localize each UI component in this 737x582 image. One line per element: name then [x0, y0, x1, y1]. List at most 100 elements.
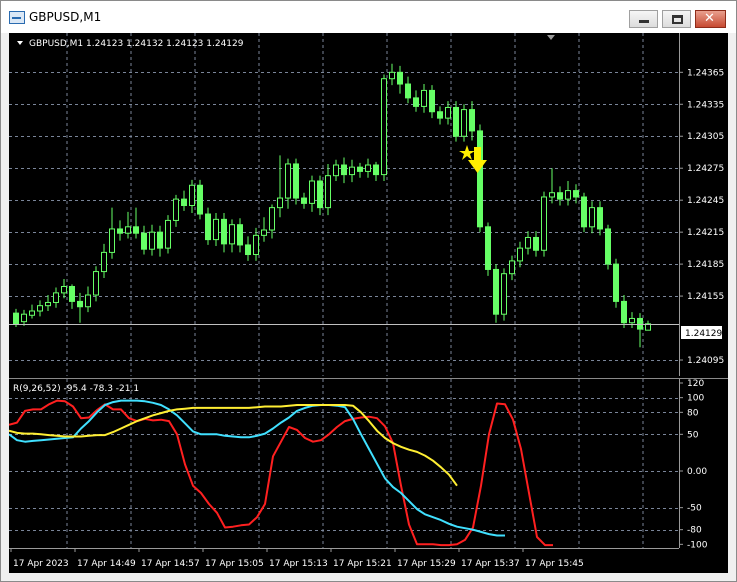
- candle-bear: [493, 268, 499, 315]
- candle-bull: [45, 301, 51, 307]
- price-tick-label: 1.24185: [687, 260, 724, 270]
- candle-bull: [365, 164, 371, 172]
- candle-bull: [277, 197, 283, 209]
- candle-bull: [125, 226, 131, 234]
- candle-bear: [141, 232, 147, 250]
- indicator-tick-label: 50: [687, 430, 699, 440]
- indicator-tick-label: -80: [687, 526, 702, 536]
- chart-area[interactable]: 1.24365 1.24335 1.24305 1.24275 1.24245 1.242…: [8, 33, 728, 573]
- time-tick-label: 17 Apr 15:05: [205, 559, 264, 569]
- price-tick-label: 1.24275: [687, 164, 724, 174]
- indicator-tick-label: 0.00: [687, 467, 707, 477]
- candle-bull: [61, 285, 67, 294]
- candle-bull: [93, 271, 99, 296]
- price-tick-label: 1.24095: [687, 356, 724, 366]
- candle-bear: [301, 197, 307, 204]
- candle-bull: [549, 192, 555, 198]
- maximize-button[interactable]: [662, 10, 691, 28]
- candle-bull: [85, 294, 91, 308]
- candle-bull: [309, 180, 315, 204]
- candle-bull: [349, 166, 355, 176]
- candle-bull: [21, 313, 27, 323]
- candle-bear: [357, 166, 363, 172]
- candle-bull: [333, 164, 339, 177]
- time-tick-label: 17 Apr 15:29: [397, 559, 456, 569]
- candle-bear: [573, 190, 579, 198]
- price-tick-label: 1.24245: [687, 196, 724, 206]
- price-tick-label: 1.24215: [687, 228, 724, 238]
- candle-bear: [405, 83, 411, 99]
- candle-bull: [269, 207, 275, 231]
- indicator-tick-label: 100: [687, 394, 704, 404]
- time-tick-label: 17 Apr 14:57: [141, 559, 200, 569]
- candle-bear: [221, 218, 227, 245]
- time-tick-label: 17 Apr 2023: [13, 559, 69, 569]
- candle-bull: [261, 229, 267, 236]
- candle-bear: [117, 228, 123, 234]
- candle-bear: [205, 213, 211, 241]
- candle-bull: [165, 219, 171, 249]
- candle-bear: [605, 228, 611, 265]
- candle-bull: [389, 71, 395, 80]
- candle-bear: [397, 71, 403, 85]
- window-title: GBPUSD,M1: [29, 10, 102, 24]
- time-tick-label: 17 Apr 15:37: [461, 559, 520, 569]
- candle-bull: [101, 251, 107, 273]
- candle-bear: [413, 97, 419, 107]
- candle-bear: [13, 312, 19, 325]
- candle-bear: [197, 184, 203, 215]
- candle-bear: [621, 300, 627, 324]
- candle-bull: [37, 305, 43, 312]
- candle-bull: [629, 317, 635, 324]
- candle-bull: [53, 292, 59, 303]
- candle-bear: [477, 130, 483, 228]
- candle-bear: [437, 111, 443, 119]
- candle-bear: [245, 244, 251, 256]
- candle-bear: [181, 198, 187, 207]
- candle-bull: [173, 198, 179, 221]
- candle-bear: [637, 317, 643, 330]
- candle-bear: [597, 207, 603, 230]
- candle-bear: [485, 226, 491, 270]
- price-tick-label: 1.24305: [687, 132, 724, 142]
- candle-bear: [613, 263, 619, 302]
- price-tick-label: 1.24365: [687, 68, 724, 78]
- candle-bull: [421, 89, 427, 107]
- price-tick-label: 1.24155: [687, 292, 724, 302]
- symbol-header: GBPUSD,M1 1.24123 1.24132 1.24123 1.2412…: [29, 39, 244, 49]
- candle-bear: [373, 164, 379, 176]
- indicator-tick-label: 80: [687, 408, 699, 418]
- close-icon: ✕: [704, 11, 715, 26]
- candle-bear: [317, 180, 323, 209]
- time-tick-label: 17 Apr 15:45: [525, 559, 584, 569]
- candle-bear: [341, 164, 347, 176]
- candle-bear: [69, 285, 75, 302]
- time-tick-label: 17 Apr 15:21: [333, 559, 392, 569]
- candle-bull: [189, 184, 195, 207]
- candle-bear: [133, 226, 139, 234]
- indicator-tick-label: -100: [687, 540, 708, 550]
- candle-bear: [453, 106, 459, 137]
- candle-bull: [517, 247, 523, 262]
- candle-bull: [525, 236, 531, 249]
- time-tick-label: 17 Apr 14:49: [77, 559, 136, 569]
- candle-bull: [501, 273, 507, 315]
- minimize-button[interactable]: [629, 10, 658, 28]
- current-price-label: 1.24129: [685, 329, 722, 339]
- indicator-tick-label: 120: [687, 379, 704, 389]
- candle-bull: [149, 231, 155, 250]
- candle-bear: [557, 192, 563, 200]
- chart-header: GBPUSD,M1 1.24123 1.24132 1.24123 1.2412…: [17, 39, 244, 49]
- close-button[interactable]: ✕: [695, 10, 726, 28]
- chart-canvas[interactable]: 1.24365 1.24335 1.24305 1.24275 1.24245 1.242…: [8, 33, 728, 573]
- candle-bull: [565, 190, 571, 200]
- candle-bull: [509, 260, 515, 275]
- chart-window: GBPUSD,M1 ✕ 1.24365 1.24335 1.24305 1.24275…: [0, 0, 737, 582]
- candle-bull: [589, 207, 595, 228]
- candle-bull: [285, 163, 291, 199]
- title-bar[interactable]: GBPUSD,M1 ✕: [1, 1, 736, 33]
- candle-bull: [445, 106, 451, 119]
- candle-bear: [469, 109, 475, 132]
- candle-bull: [29, 310, 35, 316]
- candle-bear: [77, 300, 83, 308]
